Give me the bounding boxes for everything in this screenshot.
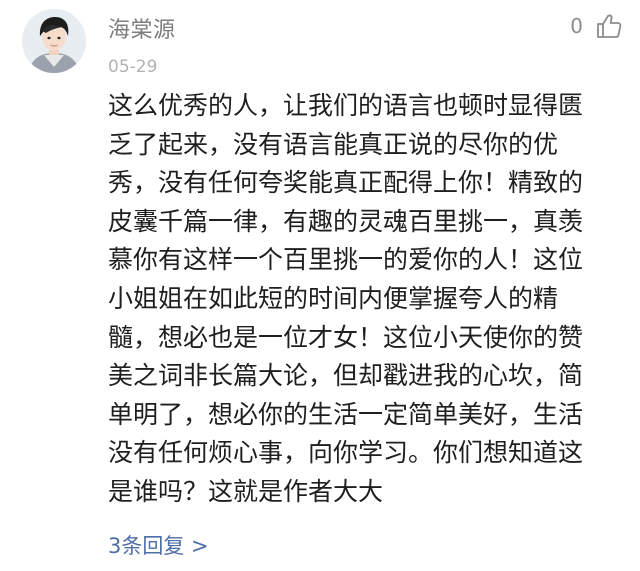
avatar-photo	[22, 9, 86, 73]
comment-body: 这么优秀的人，让我们的语言也顿时显得匮 乏了起来，没有语言能真正说的尽你的优 秀，没…	[108, 87, 628, 512]
comment-body-line: 皮囊千篇一律，有趣的灵魂百里挑一，真羡	[108, 206, 584, 236]
comment-body-line: 小姐姐在如此短的时间内便掌握夸人的精	[108, 283, 559, 313]
comment-body-line: 是谁吗？这就是作者大大	[108, 476, 384, 506]
comment-body-line: 秀，没有任何夸奖能真正配得上你！精致的	[108, 168, 584, 198]
comment-body-line: 乏了起来，没有语言能真正说的尽你的优	[108, 129, 559, 159]
username[interactable]: 海棠源	[108, 12, 176, 44]
comment-body-line: 没有任何烦心事，向你学习。你们想知道这	[108, 438, 584, 468]
comment-card: 海棠源 05-29 0 这么优秀的人，让我们的语言也顿时显得匮 乏了起来，没有语言…	[0, 0, 640, 571]
comment-body-line: 美之词非长篇大论，但却戳进我的心坎，简	[108, 361, 584, 391]
thumbs-up-icon[interactable]	[595, 12, 623, 40]
comment-body-line: 这么优秀的人，让我们的语言也顿时显得匮	[108, 91, 584, 120]
comment-body-line: 单明了，想必你的生活一定简单美好，生活	[108, 399, 584, 429]
comment-body-line: 慕你有这样一个百里挑一的爱你的人！这位	[108, 245, 584, 275]
view-replies-link[interactable]: 3条回复 >	[108, 530, 209, 560]
comment-date: 05-29	[108, 57, 158, 77]
like-count: 0	[570, 14, 583, 38]
user-avatar[interactable]	[22, 9, 86, 73]
comment-body-line: 髓，想必也是一位才女！这位小天使你的赞	[108, 322, 584, 352]
like-button[interactable]: 0	[570, 10, 623, 42]
